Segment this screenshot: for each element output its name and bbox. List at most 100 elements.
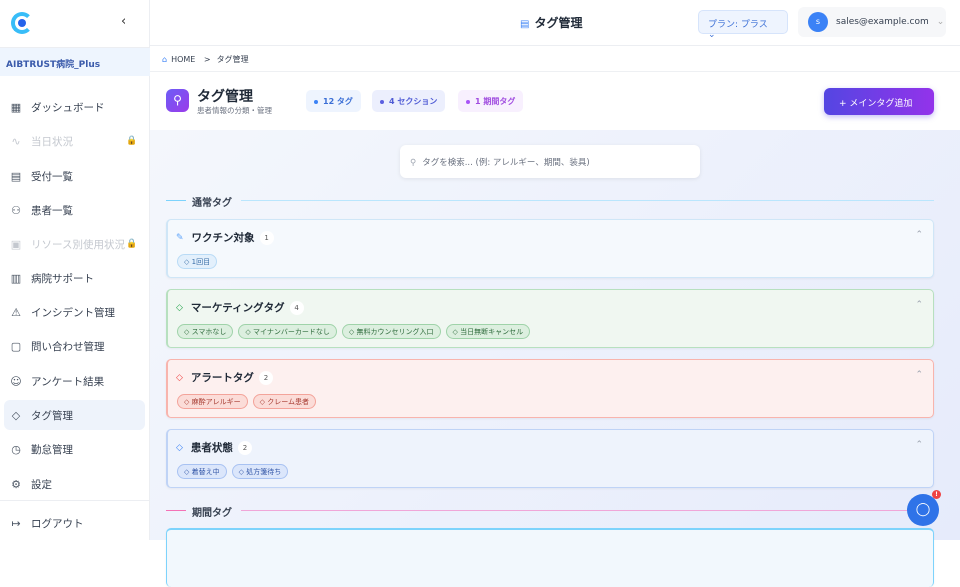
nav-icon: ☺ [10, 374, 22, 388]
page-subtitle: 患者情報の分類・管理 [197, 106, 272, 115]
sidebar-item-7[interactable]: ▢ 問い合わせ管理 [0, 331, 150, 361]
sidebar-item-11[interactable]: ⚙ 設定 [0, 469, 150, 499]
tag-card: ◇ 患者状態 2 ⌃ ◇ 着替え中 ◇ 処方箋待ち [166, 429, 934, 488]
sidebar-item-5[interactable]: ▥ 病院サポート [0, 263, 150, 293]
tag-chip[interactable]: ◇ 麻酔アレルギー [177, 394, 248, 409]
top-bar: ▤ タグ管理 プラン: プラス ⌄ s sales@example.com ⌄ [150, 0, 960, 46]
sidebar-item-label: タグ管理 [31, 409, 73, 422]
tag-search-input[interactable]: ⚲ タグを検索... (例: アレルギー、期間、装具) [400, 145, 700, 178]
tag-chip[interactable]: ◇ クレーム患者 [252, 394, 317, 409]
breadcrumb: ⌂ HOME > タグ管理 [150, 47, 960, 72]
chevron-up-icon[interactable]: ⌃ [915, 370, 923, 380]
lock-icon: 🔒 [126, 239, 138, 249]
card-title: アラートタグ [190, 372, 254, 384]
sidebar-item-9[interactable]: ◇ タグ管理 [4, 400, 145, 430]
tag-card: ◇ マーケティングタグ 4 ⌃ ◇ スマホなし ◇ マイナンバーカードなし ◇ 無料カウ… [166, 289, 934, 348]
tag-card: ◇ アラートタグ 2 ⌃ ◇ 麻酔アレルギー ◇ クレーム患者 [166, 359, 934, 418]
sidebar-item-1[interactable]: ∿ 当日状況 🔒 [0, 126, 150, 156]
nav-icon: ◇ [11, 408, 21, 422]
tag-chip[interactable]: ◇ 1回目 [177, 254, 218, 269]
tag-count: 4 [289, 300, 304, 315]
sidebar: ‹ AIBTRUST病院_Plus ▦ ダッシュボード ∿ 当日状況 🔒 ▤ 受付一覧 ⚇ 患者… [0, 0, 150, 540]
section-normal-tags: 通常タグ [166, 194, 934, 209]
card-title: マーケティングタグ [190, 302, 285, 314]
sidebar-item-label: 問い合わせ管理 [31, 340, 105, 353]
nav-icon: ⚠ [11, 305, 21, 319]
sidebar-item-label: 勤怠管理 [31, 443, 73, 456]
user-menu[interactable]: s sales@example.com ⌄ [798, 7, 946, 37]
plan-dropdown[interactable]: プラン: プラス ⌄ [698, 10, 788, 40]
hospital-name[interactable]: AIBTRUST病院_Plus [0, 47, 150, 76]
nav-icon: ▦ [10, 100, 22, 114]
logout-icon: ↦ [11, 516, 21, 530]
nav-icon: ◷ [11, 442, 21, 456]
tag-icon: ◇ [176, 372, 183, 383]
tag-chip[interactable]: ◇ 処方箋待ち [231, 464, 289, 479]
avatar: s [808, 12, 828, 32]
sidebar-item-label: 受付一覧 [31, 170, 73, 183]
tag-chip[interactable]: ◇ マイナンバーカードなし [238, 324, 337, 339]
logout-label: ログアウト [31, 517, 84, 530]
user-email: sales@example.com [836, 17, 929, 27]
sidebar-item-4[interactable]: ▣ リソース別使用状況 🔒 [0, 229, 150, 259]
nav-icon: ▥ [10, 271, 22, 285]
tag-chip[interactable]: ◇ スマホなし [177, 324, 234, 339]
tag-count: 2 [237, 440, 252, 455]
sidebar-item-label: 設定 [31, 478, 52, 491]
home-icon: ⌂ [162, 55, 168, 64]
sidebar-item-3[interactable]: ⚇ 患者一覧 [0, 195, 150, 225]
divider [0, 500, 150, 501]
tag-icon: ◇ [176, 302, 183, 313]
tag-icon: ◇ [176, 442, 183, 453]
breadcrumb-home[interactable]: HOME [171, 55, 195, 64]
chevron-up-icon[interactable]: ⌃ [915, 440, 923, 450]
period-tag-card[interactable] [166, 528, 934, 587]
chevron-up-icon[interactable]: ⌃ [915, 300, 923, 310]
search-icon: ⚲ [410, 158, 417, 168]
logout-button[interactable]: ↦ ログアウト [0, 508, 150, 538]
sidebar-item-label: リソース別使用状況 [31, 238, 125, 251]
sidebar-item-label: ダッシュボード [31, 101, 105, 114]
chevron-down-icon: ⌄ [936, 17, 945, 27]
main-content: ⚲ タグを検索... (例: アレルギー、期間、装具) 通常タグ ✎ ワクチン対象 1… [150, 130, 960, 587]
sidebar-item-0[interactable]: ▦ ダッシュボード [0, 92, 150, 122]
clipboard-icon: ▤ [520, 19, 530, 30]
tag-count-chip: 12 タグ [306, 90, 361, 112]
header-title: ▤ タグ管理 [520, 14, 582, 31]
section-count-chip: 4 セクション [372, 90, 446, 112]
nav-icon: ▤ [10, 169, 22, 183]
sidebar-item-label: 病院サポート [31, 272, 94, 285]
nav-icon: ▢ [10, 339, 22, 353]
page-header: ⚲ タグ管理 患者情報の分類・管理 12 タグ 4 セクション 1 期間タグ +… [150, 72, 960, 130]
sidebar-item-2[interactable]: ▤ 受付一覧 [0, 161, 150, 191]
section-period-tags: 期間タグ [166, 504, 934, 519]
nav-icon: ⚙ [11, 477, 21, 491]
sidebar-item-label: インシデント管理 [31, 306, 115, 319]
search-icon: ⚲ [166, 89, 189, 112]
chat-icon: ◯ [915, 502, 931, 517]
sidebar-item-10[interactable]: ◷ 勤怠管理 [0, 434, 150, 464]
breadcrumb-separator: > [203, 55, 211, 64]
collapse-sidebar-button[interactable]: ‹ [121, 14, 126, 29]
breadcrumb-current: タグ管理 [216, 55, 249, 64]
tag-chip[interactable]: ◇ 着替え中 [177, 464, 227, 479]
tag-count: 2 [258, 370, 273, 385]
sidebar-item-label: 当日状況 [31, 135, 73, 148]
nav-icon: ∿ [11, 134, 21, 148]
pencil-icon: ✎ [176, 232, 184, 243]
page-title: タグ管理 [197, 89, 253, 105]
sidebar-item-8[interactable]: ☺ アンケート結果 [0, 366, 150, 396]
chevron-up-icon[interactable]: ⌃ [915, 230, 923, 240]
nav-icon: ⚇ [11, 203, 21, 217]
period-tag-count-chip: 1 期間タグ [458, 90, 524, 112]
tag-count: 1 [259, 230, 274, 245]
tag-chip[interactable]: ◇ 無料カウンセリング入口 [341, 324, 441, 339]
card-title: ワクチン対象 [191, 232, 255, 244]
card-title: 患者状態 [190, 442, 233, 454]
lock-icon: 🔒 [126, 136, 138, 146]
sidebar-item-label: 患者一覧 [31, 204, 73, 217]
notification-badge: ! [932, 490, 941, 499]
tag-chip[interactable]: ◇ 当日無断キャンセル [445, 324, 531, 339]
add-main-tag-button[interactable]: + メインタグ追加 [824, 88, 934, 115]
sidebar-item-6[interactable]: ⚠ インシデント管理 [0, 297, 150, 327]
